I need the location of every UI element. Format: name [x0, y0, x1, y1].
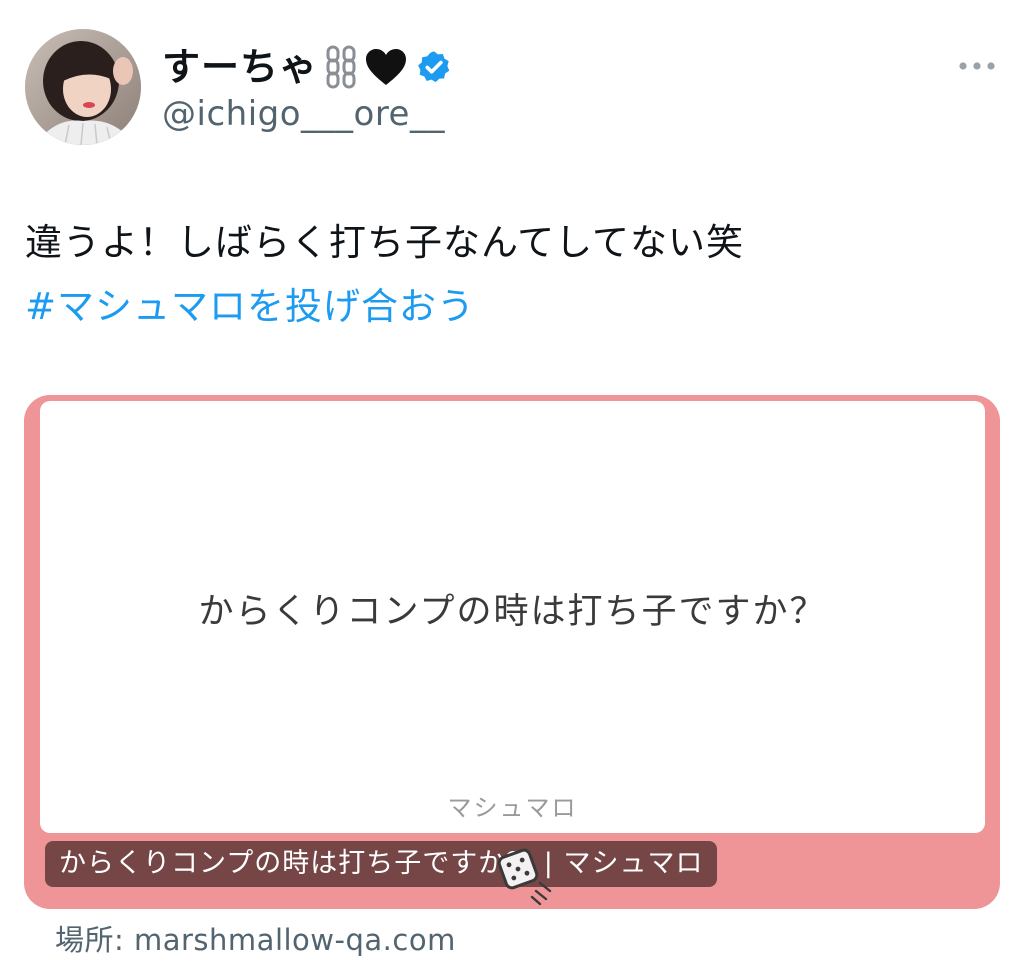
card-title-caption: からくりコンプの時は打ち子ですか？ | マシュマロ	[45, 841, 718, 887]
hashtag-link[interactable]: #マシュマロを投げ合おう	[25, 282, 475, 332]
card-question-text: からくりコンプの時は打ち子ですか？	[198, 592, 827, 632]
chain-icon	[324, 42, 358, 92]
avatar-photo	[25, 29, 141, 145]
tweet-text: 違うよ！しばらく打ち子なんてしてない笑	[25, 221, 745, 264]
verified-badge-icon	[416, 49, 452, 85]
author-handle[interactable]: @ichigo___ore__	[162, 92, 445, 136]
card-image: からくりコンプの時は打ち子ですか？ マシュマロ	[40, 401, 985, 833]
link-card[interactable]: からくりコンプの時は打ち子ですか？ マシュマロ からくりコンプの時は打ち子ですか…	[24, 395, 1000, 909]
card-brand-text: マシュマロ	[447, 794, 578, 822]
avatar[interactable]	[25, 29, 141, 145]
author-display-name[interactable]: すーちゃ	[162, 42, 318, 92]
marshmallow-dice-icon	[496, 847, 568, 909]
black-heart-icon	[364, 42, 408, 92]
author-name-row[interactable]: すーちゃ	[162, 42, 452, 92]
more-horizontal-icon[interactable]	[958, 56, 996, 76]
card-domain[interactable]: 場所: marshmallow-qa.com	[55, 920, 456, 960]
